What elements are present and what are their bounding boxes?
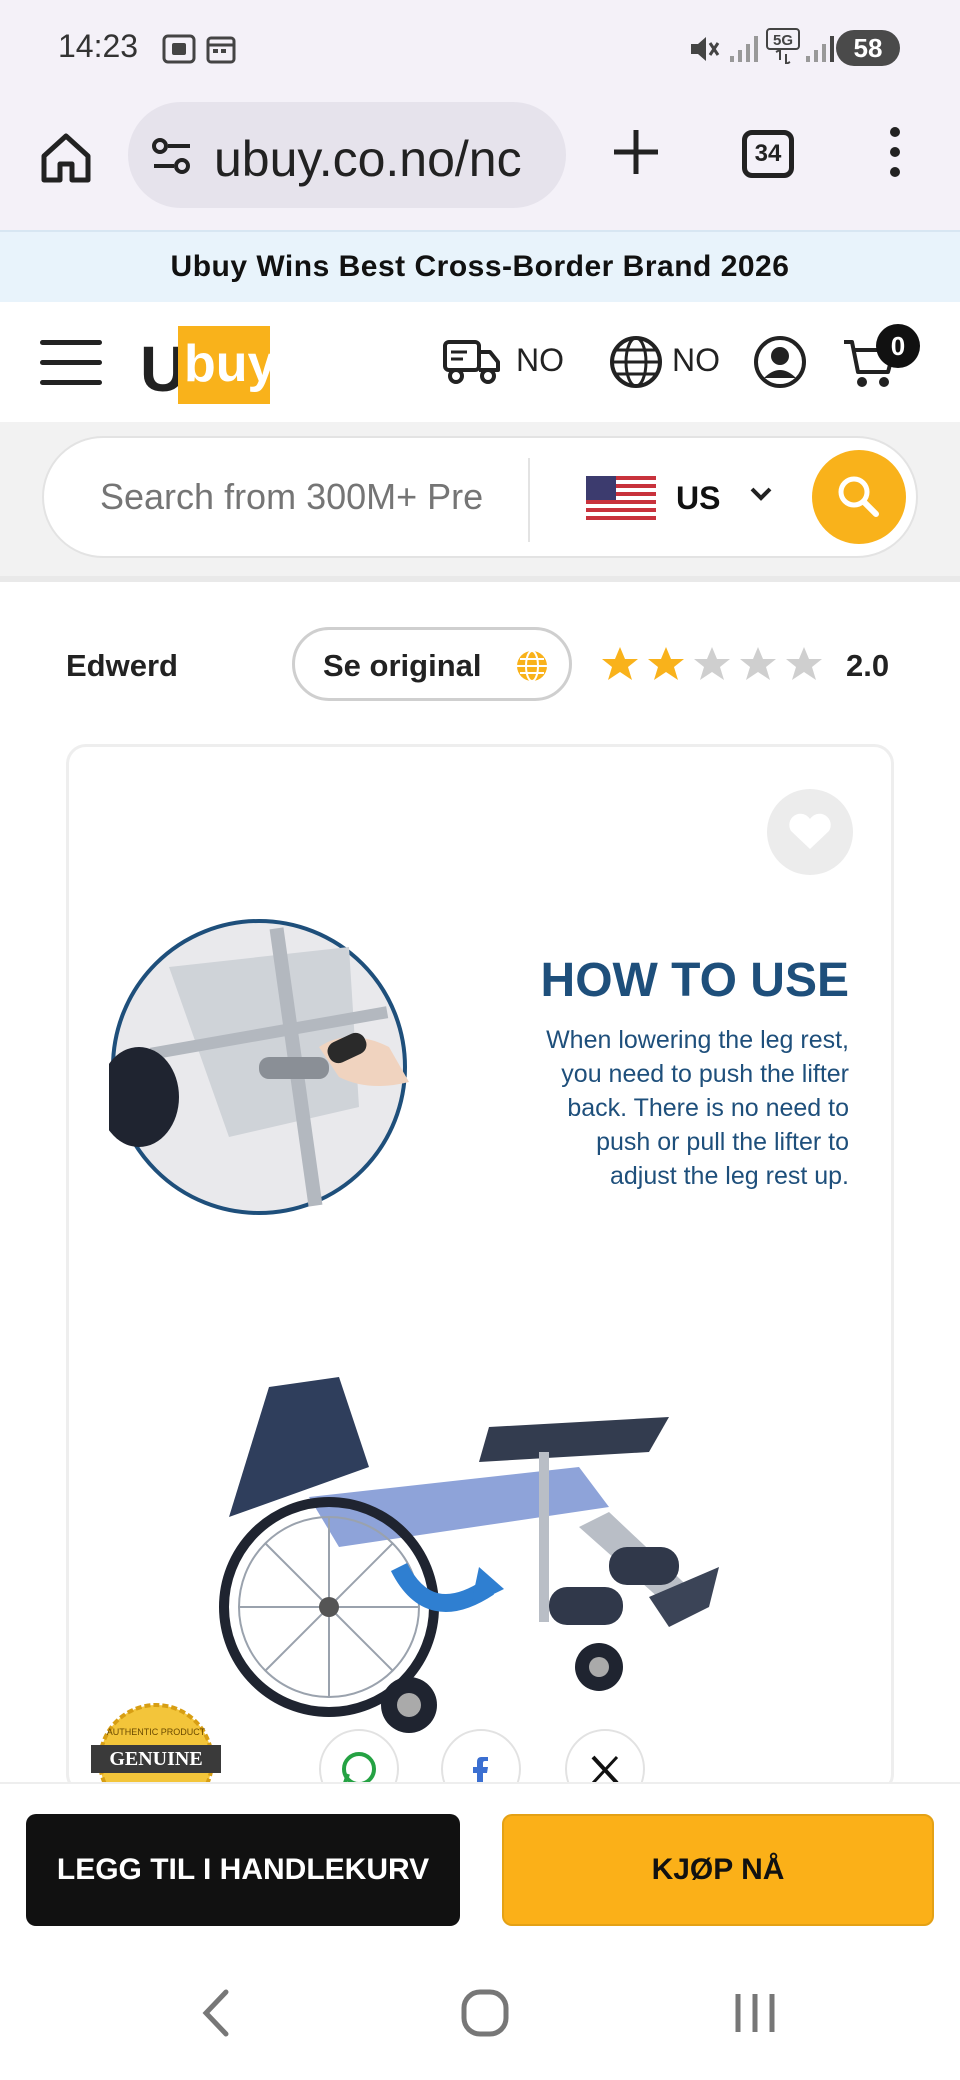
calendar-icon — [206, 36, 236, 64]
buy-now-button[interactable]: KJØP NÅ — [502, 1814, 934, 1926]
signal-icon — [806, 36, 834, 62]
badge-top-text: AUTHENTIC PRODUCT — [107, 1727, 206, 1737]
url-bar[interactable]: ubuy.co.no/nc — [128, 102, 566, 208]
search-icon[interactable] — [812, 450, 906, 544]
svg-text:5G: 5G — [773, 32, 793, 49]
status-time: 14:23 — [58, 28, 139, 64]
more-vert-icon[interactable] — [880, 122, 910, 182]
promo-banner[interactable]: Ubuy Wins Best Cross-Border Brand 2026 — [0, 230, 960, 302]
star-filled-icon — [602, 647, 638, 680]
see-original-label: Se original — [323, 648, 482, 683]
howto-line: push or pull the lifter to — [596, 1128, 849, 1156]
signal-icon — [730, 36, 758, 62]
menu-icon[interactable] — [40, 340, 102, 388]
screenshot-icon — [162, 34, 196, 64]
back-icon[interactable] — [196, 1986, 236, 2040]
purchase-action-bar: LEGG TIL I HANDLEKURV KJØP NÅ — [0, 1782, 960, 1942]
star-filled-icon — [648, 647, 684, 680]
chevron-down-icon[interactable] — [748, 484, 774, 504]
site-header: U buy NO NO 0 — [0, 302, 960, 422]
us-flag-icon[interactable] — [586, 476, 656, 520]
zoom-detail-circle — [109, 919, 409, 1215]
home-icon[interactable] — [36, 128, 96, 188]
mute-icon — [691, 37, 720, 61]
badge-main-text: GENUINE — [109, 1748, 202, 1770]
rating-value: 2.0 — [846, 648, 890, 683]
search-box: US — [42, 436, 918, 558]
howto-line: you need to push the lifter — [561, 1060, 849, 1088]
battery-icon: 58 — [836, 30, 900, 66]
language-code[interactable]: NO — [672, 342, 720, 379]
translate-globe-icon — [517, 650, 547, 682]
search-button[interactable] — [812, 450, 906, 544]
home-nav-icon[interactable] — [460, 1986, 510, 2040]
url-text[interactable]: ubuy.co.no/nc — [214, 130, 522, 188]
system-nav-bar — [0, 1942, 960, 2080]
search-divider — [528, 458, 530, 542]
add-to-cart-button[interactable]: LEGG TIL I HANDLEKURV — [26, 1814, 460, 1926]
tabs-icon[interactable]: 34 — [742, 130, 794, 178]
truck-icon[interactable] — [442, 336, 502, 386]
heart-icon[interactable] — [767, 789, 853, 875]
store-country[interactable]: US — [676, 480, 720, 517]
5g-icon: 5G — [766, 28, 800, 64]
star-empty-icon — [786, 647, 822, 680]
howto-line: When lowering the leg rest, — [546, 1026, 849, 1054]
cart-count-badge[interactable]: 0 — [876, 324, 920, 368]
recents-icon[interactable] — [730, 1986, 780, 2040]
howto-title: HOW TO USE — [540, 954, 849, 1007]
shipping-country[interactable]: NO — [516, 342, 564, 379]
howto-line: back. There is no need to — [567, 1094, 849, 1122]
howto-body: When lowering the leg rest, you need to … — [489, 1023, 849, 1193]
star-empty-icon — [694, 647, 730, 680]
howto-line: adjust the leg rest up. — [609, 1162, 849, 1190]
see-original-button[interactable]: Se original — [292, 627, 572, 701]
genuine-badge: AUTHENTIC PRODUCT GENUINE — [91, 1703, 221, 1791]
star-empty-icon — [740, 647, 776, 680]
search-input[interactable] — [100, 476, 540, 518]
account-icon[interactable] — [752, 334, 808, 390]
logo-word: buy — [184, 335, 277, 393]
plus-icon[interactable] — [606, 122, 666, 182]
browser-toolbar: ubuy.co.no/nc 34 — [0, 96, 960, 230]
globe-icon[interactable] — [608, 334, 664, 390]
wheelchair-illustration — [219, 1377, 719, 1733]
wishlist-button[interactable] — [767, 789, 853, 875]
search-area: US — [0, 422, 960, 582]
reviewer-name: Edwerd — [66, 648, 178, 683]
ubuy-logo[interactable]: U buy — [140, 326, 276, 406]
tune-icon[interactable] — [150, 136, 194, 176]
status-bar: 14:23 5G 58 — [0, 0, 960, 96]
product-image-card[interactable]: HOW TO USE When lowering the leg rest, y… — [66, 744, 894, 1794]
